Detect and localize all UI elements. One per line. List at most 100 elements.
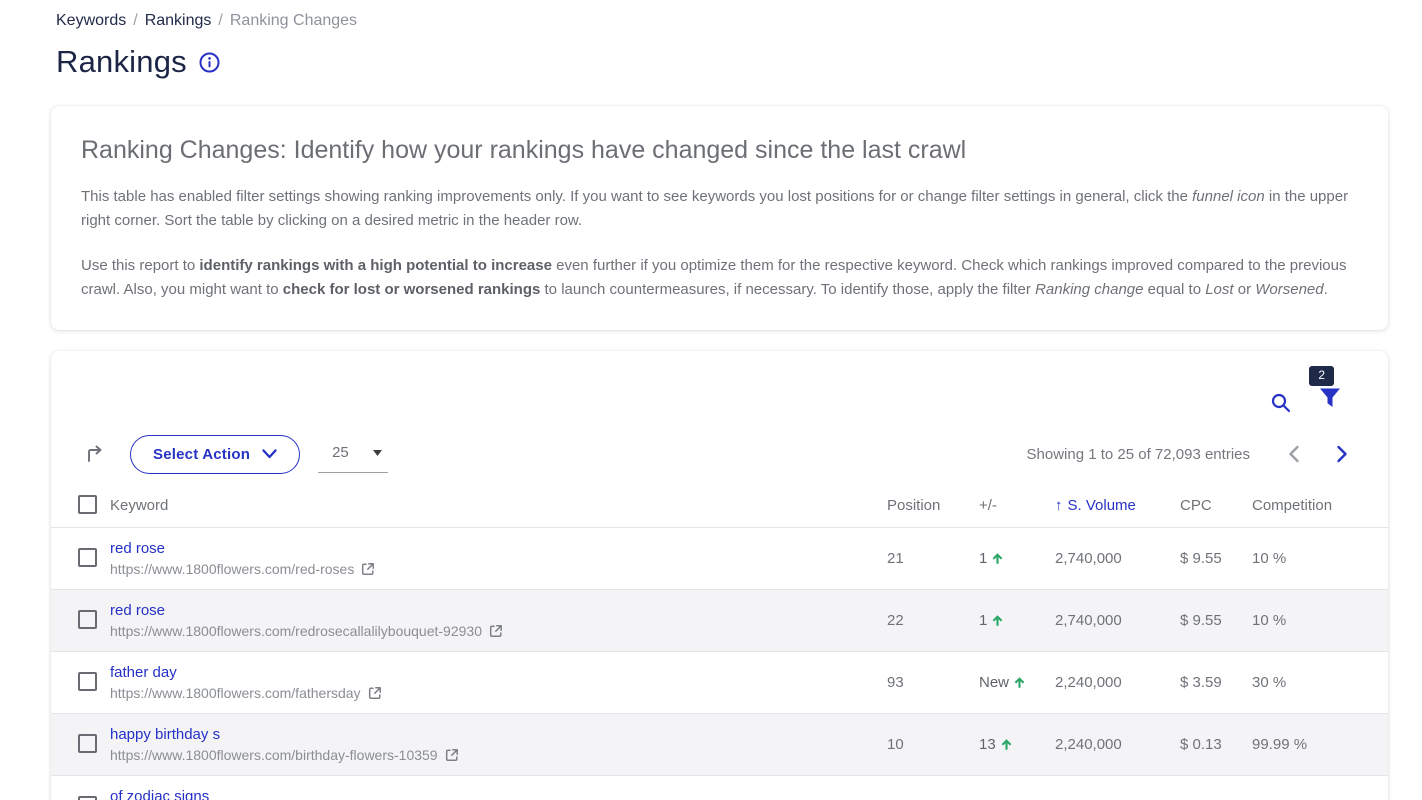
breadcrumb: Keywords / Rankings / Ranking Changes — [0, 0, 1422, 30]
table-row: father day https://www.1800flowers.com/f… — [51, 652, 1388, 714]
breadcrumb-separator: / — [133, 12, 137, 30]
keyword-url: https://www.1800flowers.com/birthday-flo… — [110, 747, 887, 763]
filter-count-badge: 2 — [1309, 366, 1334, 385]
header-change[interactable]: +/- — [979, 497, 1055, 514]
header-volume-label: S. Volume — [1068, 497, 1136, 514]
up-arrow-icon — [1013, 676, 1026, 689]
change-cell: 1 — [979, 550, 1055, 567]
keyword-link[interactable]: red rose — [110, 602, 165, 619]
intro-paragraph-1: This table has enabled filter settings s… — [81, 185, 1358, 234]
intro-p1-text: This table has enabled filter settings s… — [81, 188, 1192, 205]
competition-value: 10 % — [1252, 612, 1388, 629]
next-page-button[interactable] — [1336, 445, 1348, 463]
breadcrumb-rankings[interactable]: Rankings — [145, 12, 212, 30]
export-icon[interactable] — [84, 443, 106, 465]
keyword-url: https://www.1800flowers.com/red-roses — [110, 561, 887, 577]
external-link-icon[interactable] — [368, 686, 382, 700]
external-link-icon[interactable] — [445, 748, 459, 762]
change-cell: 1 — [979, 612, 1055, 629]
table-row: happy birthday s https://www.1800flowers… — [51, 714, 1388, 776]
volume-value: 2,240,000 — [1055, 674, 1180, 691]
up-arrow-icon — [991, 552, 1004, 565]
select-action-dropdown[interactable]: Select Action — [130, 435, 300, 474]
chevron-down-icon — [262, 449, 277, 459]
rankings-table: Keyword Position +/- ↑ S. Volume CPC Com… — [51, 483, 1388, 800]
showing-entries-text: Showing 1 to 25 of 72,093 entries — [1027, 446, 1251, 463]
change-cell: New — [979, 674, 1055, 691]
row-checkbox[interactable] — [78, 796, 97, 800]
competition-value: 99.99 % — [1252, 736, 1388, 753]
sort-asc-icon: ↑ — [1055, 497, 1063, 514]
intro-p2-lost: Lost — [1205, 281, 1233, 298]
filter-icon[interactable] — [1318, 387, 1342, 409]
cpc-value: $ 9.55 — [1180, 612, 1252, 629]
keyword-url: https://www.1800flowers.com/redrosecalla… — [110, 623, 887, 639]
cpc-value: $ 3.59 — [1180, 674, 1252, 691]
row-checkbox[interactable] — [78, 548, 97, 567]
up-arrow-icon — [991, 614, 1004, 627]
row-checkbox[interactable] — [78, 672, 97, 691]
external-link-icon[interactable] — [489, 624, 503, 638]
header-competition[interactable]: Competition — [1252, 497, 1388, 514]
keyword-link[interactable]: happy birthday s — [110, 726, 220, 743]
header-volume[interactable]: ↑ S. Volume — [1055, 497, 1180, 514]
change-value: New — [979, 674, 1009, 691]
url-text: https://www.1800flowers.com/fathersday — [110, 685, 361, 701]
change-cell: 13 — [979, 736, 1055, 753]
url-text: https://www.1800flowers.com/redrosecalla… — [110, 623, 482, 639]
row-checkbox[interactable] — [78, 734, 97, 753]
table-row: of zodiac signs https://www.1800flowers.… — [51, 776, 1388, 800]
intro-p2-worsened: Worsened — [1255, 281, 1323, 298]
header-position[interactable]: Position — [887, 497, 979, 514]
table-row: red rose https://www.1800flowers.com/red… — [51, 528, 1388, 590]
intro-p2-text3: to launch countermeasures, if necessary.… — [540, 281, 1035, 298]
keyword-link[interactable]: father day — [110, 664, 177, 681]
info-icon[interactable] — [199, 52, 220, 73]
change-value: 1 — [979, 612, 987, 629]
table-row: red rose https://www.1800flowers.com/red… — [51, 590, 1388, 652]
change-value: 1 — [979, 550, 987, 567]
intro-heading: Ranking Changes: Identify how your ranki… — [81, 136, 1358, 165]
change-value: 13 — [979, 736, 996, 753]
volume-value: 2,740,000 — [1055, 612, 1180, 629]
row-checkbox[interactable] — [78, 610, 97, 629]
intro-paragraph-2: Use this report to identify rankings wit… — [81, 254, 1358, 303]
previous-page-button[interactable] — [1288, 445, 1300, 463]
intro-p2-filter-name: Ranking change — [1035, 281, 1143, 298]
position-value: 93 — [887, 674, 979, 691]
breadcrumb-keywords[interactable]: Keywords — [56, 12, 126, 30]
breadcrumb-ranking-changes: Ranking Changes — [230, 12, 357, 30]
rankings-table-card: 2 Select Action 25 — [51, 351, 1388, 800]
header-cpc[interactable]: CPC — [1180, 497, 1252, 514]
url-text: https://www.1800flowers.com/red-roses — [110, 561, 354, 577]
breadcrumb-separator: / — [218, 12, 222, 30]
external-link-icon[interactable] — [361, 562, 375, 576]
intro-p2-bold1: identify rankings with a high potential … — [199, 257, 552, 274]
page-size-select[interactable]: 25 — [318, 436, 388, 473]
intro-p2-text6: . — [1324, 281, 1328, 298]
intro-p2-text4: equal to — [1143, 281, 1205, 298]
table-body: red rose https://www.1800flowers.com/red… — [51, 528, 1388, 800]
url-text: https://www.1800flowers.com/birthday-flo… — [110, 747, 438, 763]
intro-p2-text5: or — [1234, 281, 1256, 298]
table-header-row: Keyword Position +/- ↑ S. Volume CPC Com… — [51, 483, 1388, 528]
position-value: 22 — [887, 612, 979, 629]
competition-value: 30 % — [1252, 674, 1388, 691]
page-size-value: 25 — [332, 444, 349, 461]
volume-value: 2,740,000 — [1055, 550, 1180, 567]
header-keyword[interactable]: Keyword — [110, 497, 887, 514]
search-icon[interactable] — [1270, 392, 1292, 414]
volume-value: 2,240,000 — [1055, 736, 1180, 753]
position-value: 10 — [887, 736, 979, 753]
intro-p1-funnel-icon-ref: funnel icon — [1192, 188, 1265, 205]
cpc-value: $ 0.13 — [1180, 736, 1252, 753]
intro-p2-text1: Use this report to — [81, 257, 199, 274]
intro-card: Ranking Changes: Identify how your ranki… — [51, 106, 1388, 330]
select-all-checkbox[interactable] — [78, 495, 97, 514]
keyword-link[interactable]: red rose — [110, 540, 165, 557]
intro-p2-bold2: check for lost or worsened rankings — [283, 281, 541, 298]
competition-value: 10 % — [1252, 550, 1388, 567]
keyword-url: https://www.1800flowers.com/fathersday — [110, 685, 887, 701]
select-action-label: Select Action — [153, 446, 250, 463]
keyword-link[interactable]: of zodiac signs — [110, 788, 209, 800]
